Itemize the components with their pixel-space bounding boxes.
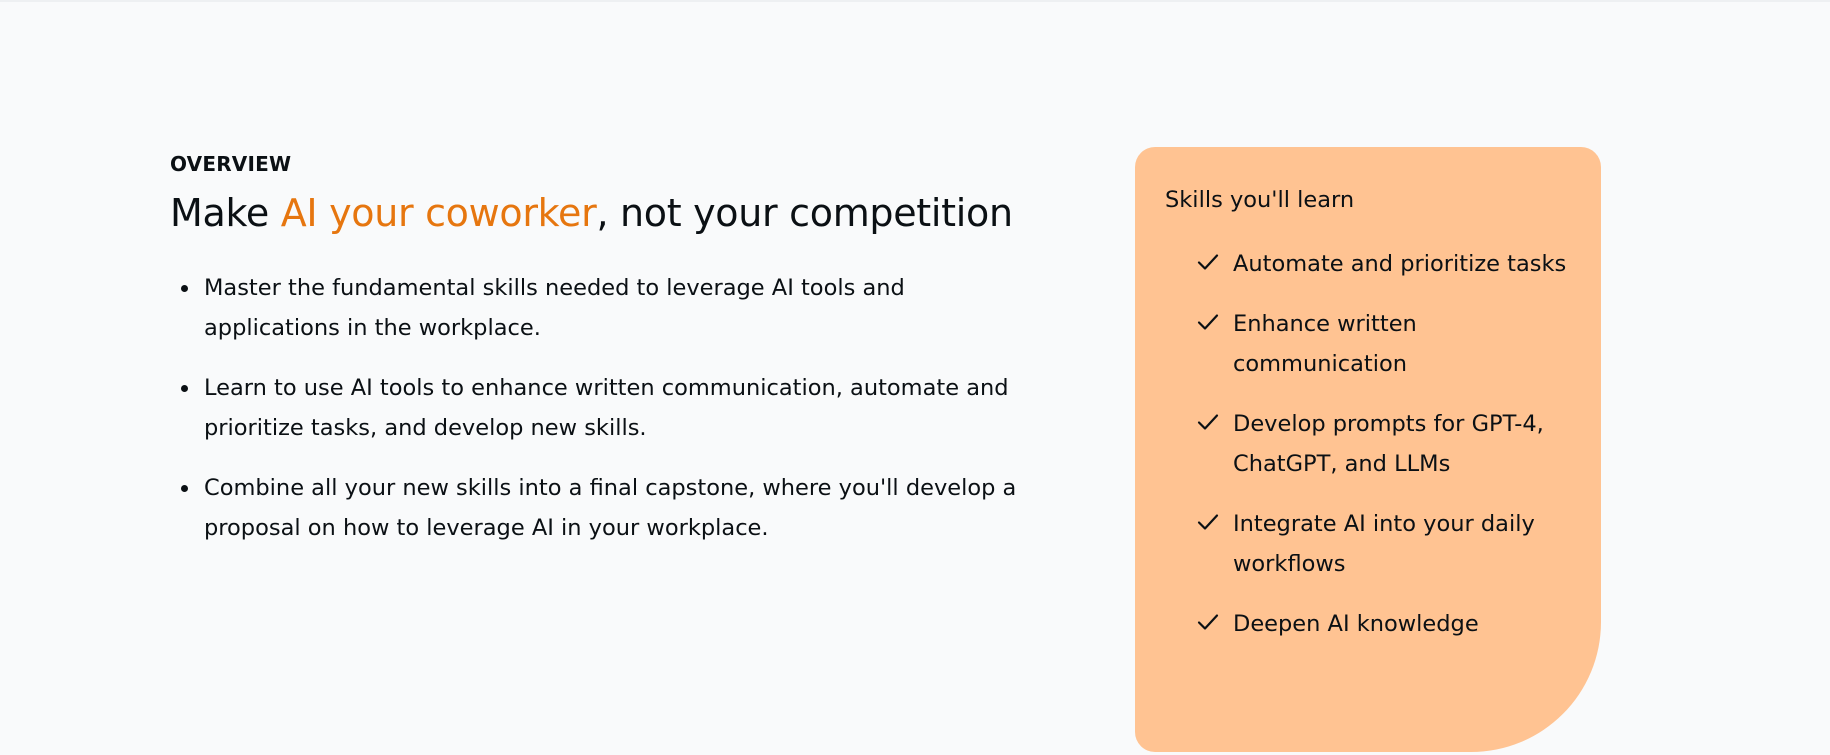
skill-item: Develop prompts for GPT-4, ChatGPT, and … <box>1197 404 1571 484</box>
headline-prefix: Make <box>170 191 281 235</box>
skill-item: Integrate AI into your daily workflows <box>1197 504 1571 584</box>
overview-bullet: Learn to use AI tools to enhance written… <box>181 368 1050 448</box>
overview-bullet: Master the fundamental skills needed to … <box>181 268 1050 348</box>
check-icon <box>1197 254 1219 270</box>
overview-bullet-text: Master the fundamental skills needed to … <box>204 274 905 341</box>
overview-bullet-text: Combine all your new skills into a final… <box>204 474 1017 541</box>
headline-suffix: , not your competition <box>596 191 1013 235</box>
overview-section: OVERVIEW Make AI your coworker, not your… <box>170 140 1050 568</box>
top-divider <box>0 0 1830 2</box>
bullet-dot-icon <box>181 484 188 492</box>
page: OVERVIEW Make AI your coworker, not your… <box>0 0 1830 755</box>
skill-item-label: Enhance written communication <box>1233 311 1417 377</box>
bullet-dot-icon <box>181 384 188 392</box>
headline-accent: AI your coworker <box>280 191 597 235</box>
skill-item-label: Deepen AI knowledge <box>1233 611 1479 637</box>
check-icon <box>1197 314 1219 330</box>
skills-card: Skills you'll learn Automate and priorit… <box>1135 147 1601 752</box>
skill-item: Deepen AI knowledge <box>1197 604 1571 644</box>
overview-bullet-list: Master the fundamental skills needed to … <box>170 268 1050 548</box>
skill-item: Enhance written communication <box>1197 304 1571 384</box>
skill-item: Automate and prioritize tasks <box>1197 244 1571 284</box>
skill-item-label: Develop prompts for GPT-4, ChatGPT, and … <box>1233 411 1544 477</box>
skills-list: Automate and prioritize tasks Enhance wr… <box>1165 244 1571 644</box>
section-eyebrow: OVERVIEW <box>170 152 292 176</box>
check-icon <box>1197 614 1219 630</box>
skill-item-label: Integrate AI into your daily workflows <box>1233 511 1535 577</box>
overview-bullet: Combine all your new skills into a final… <box>181 468 1050 548</box>
check-icon <box>1197 414 1219 430</box>
check-icon <box>1197 514 1219 530</box>
overview-bullet-text: Learn to use AI tools to enhance written… <box>204 374 1009 441</box>
skill-item-label: Automate and prioritize tasks <box>1233 251 1567 277</box>
bullet-dot-icon <box>181 284 188 292</box>
page-title: Make AI your coworker, not your competit… <box>170 190 1050 238</box>
skills-title: Skills you'll learn <box>1165 187 1355 213</box>
